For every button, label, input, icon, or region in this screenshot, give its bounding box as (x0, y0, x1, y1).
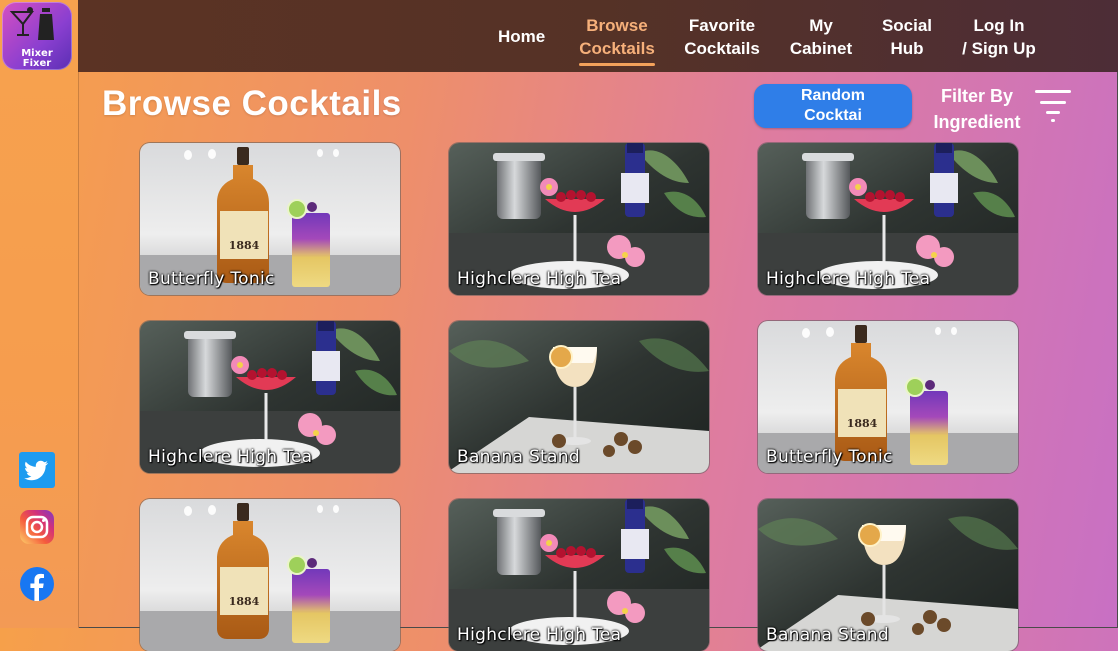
top-nav: Home Browse Cocktails Favorite Cocktails… (78, 0, 1118, 72)
instagram-icon[interactable] (19, 509, 55, 545)
cocktail-card[interactable]: 1884 Butterfly Tonic (140, 143, 400, 295)
svg-text:1884: 1884 (847, 417, 878, 430)
svg-text:1884: 1884 (229, 239, 260, 252)
sidebar: Mixer Fixer (0, 0, 79, 628)
nav-browse-label-line2: Cocktails (579, 39, 655, 58)
cocktail-card[interactable]: Highclere High Tea (449, 499, 709, 651)
cocktail-photo: 1884 (140, 499, 400, 651)
nav-login-label-line2: / Sign Up (962, 39, 1036, 58)
cocktail-card[interactable]: Banana Stand (449, 321, 709, 473)
nav-browse-cocktails[interactable]: Browse Cocktails (578, 14, 656, 60)
cocktail-name: Highclere High Tea (766, 269, 931, 289)
cocktail-name: Highclere High Tea (148, 447, 313, 467)
random-cocktail-button[interactable]: Random Cocktai (754, 84, 912, 128)
cocktail-shaker-icon (9, 7, 54, 40)
cocktail-name: Highclere High Tea (457, 625, 622, 645)
random-button-label-line1: Random (801, 87, 865, 104)
nav-home[interactable]: Home (498, 25, 545, 48)
nav-favorite-cocktails[interactable]: Favorite Cocktails (682, 14, 762, 60)
cocktail-card[interactable]: Highclere High Tea (140, 321, 400, 473)
cocktail-name: Highclere High Tea (457, 269, 622, 289)
active-tab-indicator (579, 63, 655, 66)
nav-cabinet-label-line1: My (809, 16, 833, 35)
nav-home-label: Home (498, 27, 546, 46)
cocktail-name: Banana Stand (457, 447, 580, 467)
nav-favorite-label-line1: Favorite (688, 16, 756, 35)
cocktail-card[interactable]: Highclere High Tea (758, 143, 1018, 295)
random-button-label-line2: Cocktai (804, 107, 862, 124)
cocktail-card[interactable]: Highclere High Tea (449, 143, 709, 295)
filter-label-line1: Filter By (940, 86, 1014, 106)
cocktail-name: Butterfly Tonic (766, 447, 893, 467)
twitter-icon[interactable] (19, 452, 55, 488)
nav-social-label-line2: Hub (890, 39, 924, 58)
page-title: Browse Cocktails (102, 84, 402, 123)
nav-social-hub[interactable]: Social Hub (878, 14, 936, 60)
nav-login-signup[interactable]: Log In / Sign Up (958, 14, 1040, 60)
filter-icon[interactable] (1034, 88, 1072, 124)
app-logo[interactable]: Mixer Fixer (2, 2, 72, 70)
logo-text-line2: Fixer (22, 58, 52, 69)
cocktail-card[interactable]: 1884 (140, 499, 400, 651)
nav-cabinet-label-line2: Cabinet (789, 39, 853, 58)
cocktail-card[interactable]: 1884 Butterfly Tonic (758, 321, 1018, 473)
nav-my-cabinet[interactable]: My Cabinet (786, 14, 856, 60)
filter-label-line2: Ingredient (933, 112, 1021, 132)
facebook-icon[interactable] (19, 566, 55, 602)
nav-browse-label-line1: Browse (586, 16, 648, 35)
nav-social-label-line1: Social (881, 16, 933, 35)
filter-by-ingredient-button[interactable]: Filter By Ingredient (924, 83, 1030, 135)
svg-text:1884: 1884 (229, 595, 260, 608)
nav-login-label-line1: Log In (973, 16, 1025, 35)
nav-favorite-label-line2: Cocktails (684, 39, 760, 58)
cocktail-name: Banana Stand (766, 625, 889, 645)
cocktail-card[interactable]: Banana Stand (758, 499, 1018, 651)
cocktail-name: Butterfly Tonic (148, 269, 275, 289)
